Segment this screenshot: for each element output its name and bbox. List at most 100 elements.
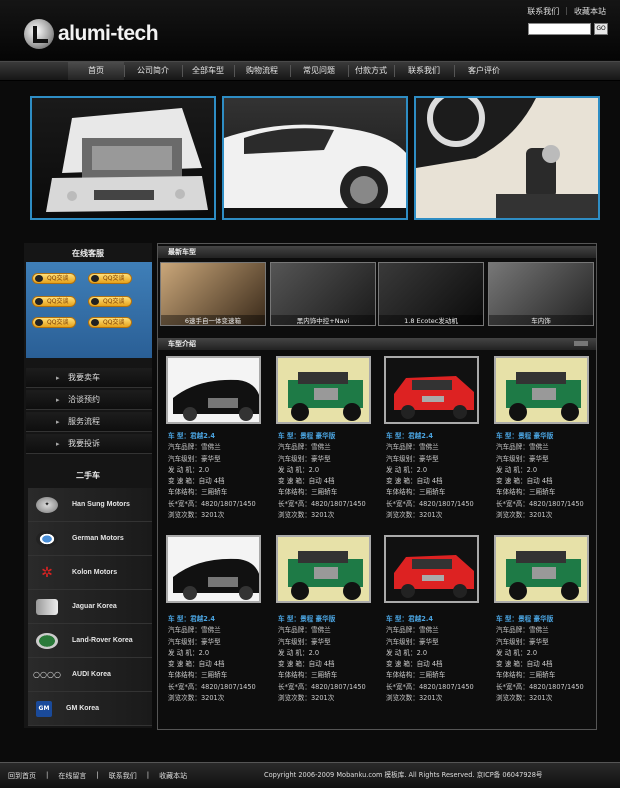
bmw-logo-icon xyxy=(36,530,58,547)
nav-reviews[interactable]: 客户评价 xyxy=(454,61,514,81)
nav-payment[interactable]: 付款方式 xyxy=(348,61,394,81)
car-size: 长*宽*高：4820/1807/1450 xyxy=(278,499,366,508)
car-photo-sedan[interactable] xyxy=(166,535,261,603)
car-engine: 发 动 机：2.0 xyxy=(168,465,210,474)
banner-image-engine xyxy=(30,96,216,220)
car-engine: 发 动 机：2.0 xyxy=(496,648,538,657)
car-gearbox: 变 速 箱：自动 4档 xyxy=(168,660,225,669)
car-engine: 发 动 机：2.0 xyxy=(496,465,538,474)
car-model-title[interactable]: 车 型：景程 豪华版 xyxy=(496,431,596,442)
car-model-title[interactable]: 车 型：景程 豪华版 xyxy=(278,614,378,625)
car-spec: 车 型：君越2.4 汽车品牌：雪佛兰 汽车级别：豪华型 发 动 机：2.0 变 … xyxy=(386,614,486,704)
brand-name: GM Korea xyxy=(66,705,100,712)
car-body: 车体结构：三厢轿车 xyxy=(278,671,338,680)
qq-chat-button[interactable]: QQ交谈 xyxy=(88,273,132,284)
jaguar-logo-icon xyxy=(36,598,58,615)
search-go-button[interactable]: GO xyxy=(594,23,608,35)
search-input[interactable] xyxy=(528,23,591,35)
car-model-title[interactable]: 车 型：景程 豪华版 xyxy=(496,614,596,625)
menu-complaint[interactable]: 我要投诉 xyxy=(26,434,152,454)
qq-chat-button[interactable]: QQ交谈 xyxy=(88,296,132,307)
car-gearbox: 变 速 箱：自动 4档 xyxy=(386,477,443,486)
more-link-icon[interactable] xyxy=(574,341,588,346)
car-photo-red-suv[interactable] xyxy=(384,535,479,603)
mercedes-logo-icon: ✦ xyxy=(36,496,58,513)
car-body: 车体结构：三厢轿车 xyxy=(168,671,228,680)
qq-chat-button[interactable]: QQ交谈 xyxy=(88,317,132,328)
model-intro-title: 车型介绍 xyxy=(168,340,196,348)
car-model-title[interactable]: 车 型：君越2.4 xyxy=(386,614,486,625)
model-intro-header: 车型介绍 xyxy=(158,338,596,350)
car-views: 浏览次数：3201次 xyxy=(168,694,225,703)
car-size: 长*宽*高：4820/1807/1450 xyxy=(278,682,366,691)
menu-service-process[interactable]: 服务流程 xyxy=(26,412,152,432)
nav-all-models[interactable]: 全部车型 xyxy=(182,61,234,81)
car-engine: 发 动 机：2.0 xyxy=(386,465,428,474)
car-engine: 发 动 机：2.0 xyxy=(278,465,320,474)
car-photo-jeep[interactable] xyxy=(276,535,371,603)
nav-faq[interactable]: 常见问题 xyxy=(290,61,348,81)
nav-contact[interactable]: 联系我们 xyxy=(394,61,454,81)
nav-home[interactable]: 首页 xyxy=(68,61,124,81)
thumb-caption: 6速手自一体变速箱 xyxy=(161,315,265,325)
newest-thumb[interactable]: 车内饰 xyxy=(488,262,594,326)
car-grade: 汽车级别：豪华型 xyxy=(278,637,331,646)
qq-chat-button[interactable]: QQ交谈 xyxy=(32,273,76,284)
footer-separator: | xyxy=(146,771,150,779)
car-views: 浏览次数：3201次 xyxy=(496,511,553,520)
car-model-title[interactable]: 车 型：君越2.4 xyxy=(168,431,268,442)
car-gearbox: 变 速 箱：自动 4档 xyxy=(386,660,443,669)
banner-image-interior xyxy=(414,96,600,220)
car-hood-open-image xyxy=(46,108,208,212)
toplink-contact[interactable]: 联系我们 xyxy=(527,6,559,17)
logo-mark-icon xyxy=(24,19,54,49)
newest-models-title: 最新车型 xyxy=(168,248,196,256)
car-photo-jeep[interactable] xyxy=(494,535,589,603)
car-photo-sedan[interactable] xyxy=(166,356,261,424)
brand-item[interactable]: Land-Rover Korea xyxy=(28,624,152,658)
toplink-separator: | xyxy=(565,6,568,15)
nav-divider xyxy=(290,65,291,77)
newest-thumb[interactable]: 6速手自一体变速箱 xyxy=(160,262,266,326)
site-logo[interactable]: alumi-tech xyxy=(24,18,174,50)
footer-link-contact[interactable]: 联系我们 xyxy=(109,771,137,781)
car-size: 长*宽*高：4820/1807/1450 xyxy=(496,682,584,691)
footer-link-message[interactable]: 在线留言 xyxy=(58,771,86,781)
toplink-bookmark[interactable]: 收藏本站 xyxy=(574,6,606,17)
car-engine: 发 动 机：2.0 xyxy=(168,648,210,657)
car-brand: 汽车品牌：雪佛兰 xyxy=(168,626,221,635)
car-grade: 汽车级别：豪华型 xyxy=(386,637,439,646)
car-body: 车体结构：三厢轿车 xyxy=(496,671,556,680)
newest-thumb[interactable]: 黑内饰中控+Navi xyxy=(270,262,376,326)
car-photo-red-suv[interactable] xyxy=(384,356,479,424)
car-interior-image xyxy=(416,98,598,218)
qq-chat-button[interactable]: QQ交谈 xyxy=(32,317,76,328)
car-body: 车体结构：三厢轿车 xyxy=(386,488,446,497)
car-body: 车体结构：三厢轿车 xyxy=(386,671,446,680)
nav-shopping-process[interactable]: 购物流程 xyxy=(234,61,290,81)
car-brand: 汽车品牌：雪佛兰 xyxy=(278,443,331,452)
brand-item[interactable]: Jaguar Korea xyxy=(28,590,152,624)
footer-link-bookmark[interactable]: 收藏本站 xyxy=(159,771,187,781)
brand-item[interactable]: ○○○○ AUDI Korea xyxy=(28,658,152,692)
qq-chat-button[interactable]: QQ交谈 xyxy=(32,296,76,307)
car-model-title[interactable]: 车 型：君越2.4 xyxy=(386,431,486,442)
nav-about[interactable]: 公司简介 xyxy=(124,61,182,81)
brand-item[interactable]: ✲ Kolon Motors xyxy=(28,556,152,590)
brand-item[interactable]: ✦ Han Sung Motors xyxy=(28,488,152,522)
logo-text: alumi-tech xyxy=(58,22,159,45)
thumb-caption: 1.8 Ecotec发动机 xyxy=(379,315,483,325)
car-photo-jeep[interactable] xyxy=(494,356,589,424)
car-model-title[interactable]: 车 型：景程 豪华版 xyxy=(278,431,378,442)
audi-logo-icon: ○○○○ xyxy=(33,670,61,679)
brand-item[interactable]: German Motors xyxy=(28,522,152,556)
car-photo-jeep[interactable] xyxy=(276,356,371,424)
brand-item[interactable]: GM GM Korea xyxy=(28,692,152,726)
newest-thumb[interactable]: 1.8 Ecotec发动机 xyxy=(378,262,484,326)
menu-sell-car[interactable]: 我要卖车 xyxy=(26,368,152,388)
footer-link-home[interactable]: 回到首页 xyxy=(8,771,36,781)
car-grade: 汽车级别：豪华型 xyxy=(496,454,549,463)
nav-divider xyxy=(234,65,235,77)
car-model-title[interactable]: 车 型：君越2.4 xyxy=(168,614,268,625)
menu-appointment[interactable]: 洽谈预约 xyxy=(26,390,152,410)
